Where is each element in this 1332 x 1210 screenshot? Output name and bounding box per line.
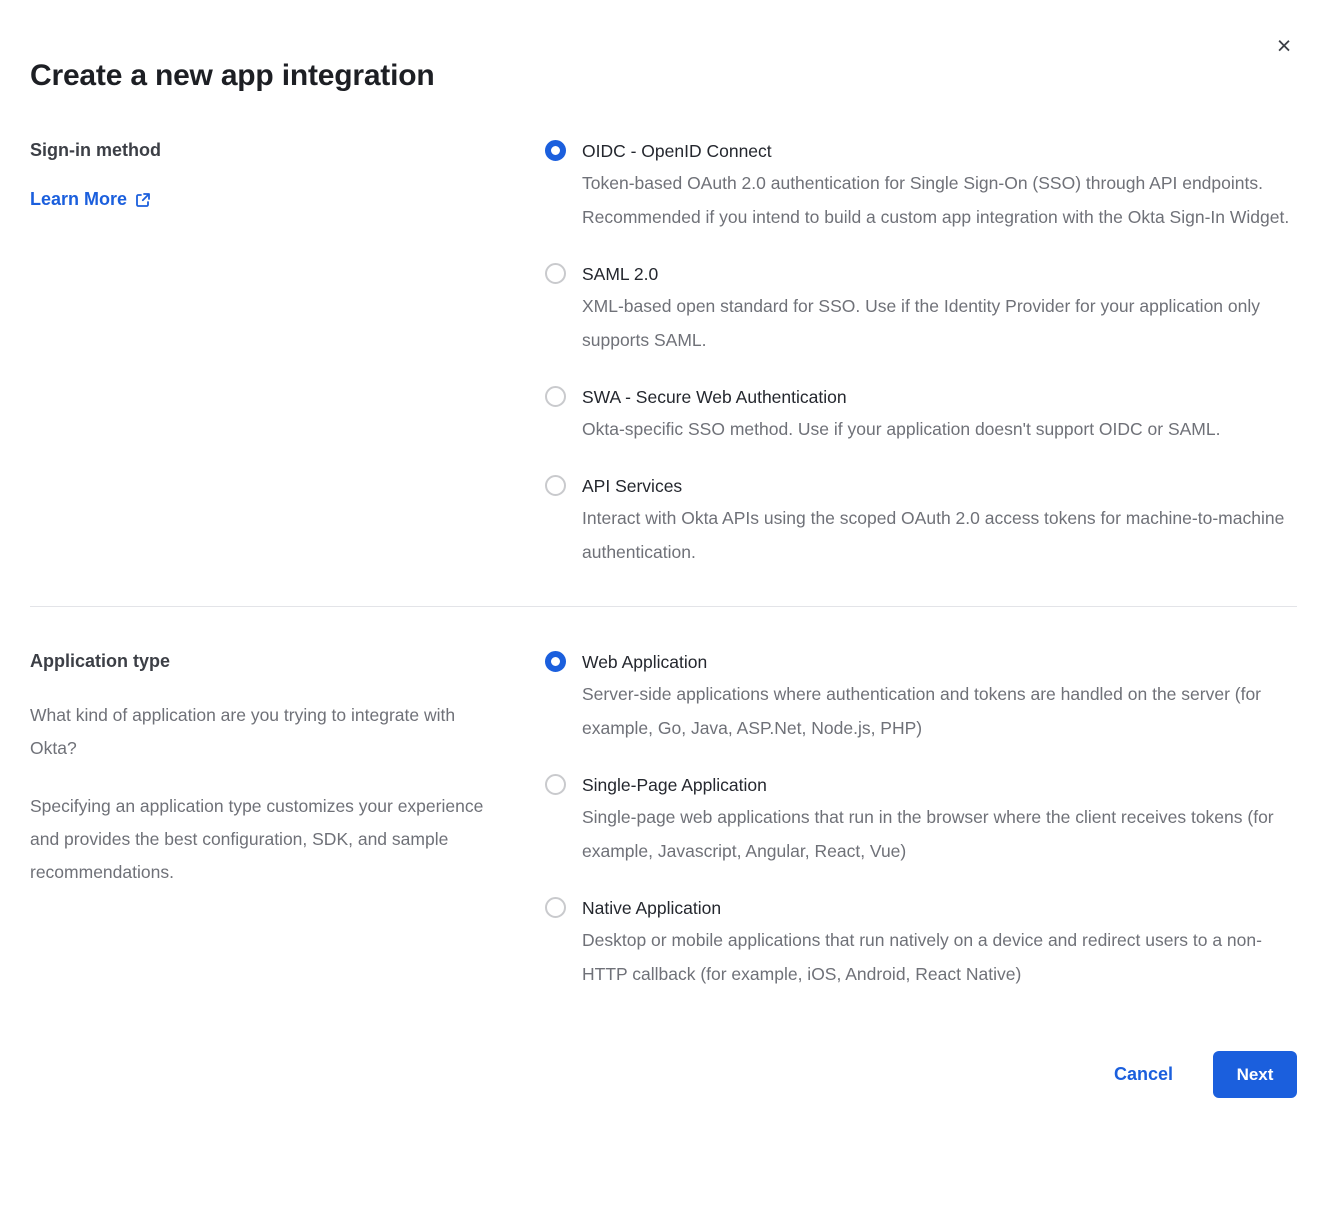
option-text: API Services Interact with Okta APIs usi… (582, 473, 1294, 569)
option-description: XML-based open standard for SSO. Use if … (582, 289, 1294, 357)
option-text: Web Application Server-side applications… (582, 649, 1294, 745)
dialog-footer: Cancel Next (30, 1051, 1297, 1098)
option-title: Web Application (582, 649, 1294, 675)
create-app-integration-dialog: × Create a new app integration Sign-in m… (0, 0, 1332, 1210)
radio-option[interactable]: SWA - Secure Web Authentication Okta-spe… (545, 384, 1297, 446)
option-description: Okta-specific SSO method. Use if your ap… (582, 412, 1220, 446)
option-title: Single-Page Application (582, 772, 1294, 798)
application-type-options: Web Application Server-side applications… (545, 649, 1297, 991)
radio-icon[interactable] (545, 651, 566, 672)
radio-option[interactable]: API Services Interact with Okta APIs usi… (545, 473, 1297, 569)
option-title: Native Application (582, 895, 1294, 921)
close-button[interactable]: × (1268, 30, 1300, 62)
option-text: Native Application Desktop or mobile app… (582, 895, 1294, 991)
signin-method-section: Sign-in method Learn More OIDC - O (30, 138, 1297, 569)
cancel-button[interactable]: Cancel (1114, 1064, 1173, 1085)
radio-icon[interactable] (545, 386, 566, 407)
radio-icon[interactable] (545, 140, 566, 161)
option-title: SAML 2.0 (582, 261, 1294, 287)
section-divider (30, 606, 1297, 607)
application-type-section: Application type What kind of applicatio… (30, 649, 1297, 991)
radio-icon[interactable] (545, 475, 566, 496)
option-title: SWA - Secure Web Authentication (582, 384, 1220, 410)
radio-icon[interactable] (545, 774, 566, 795)
application-type-question: What kind of application are you trying … (30, 699, 500, 765)
radio-icon[interactable] (545, 897, 566, 918)
learn-more-link[interactable]: Learn More (30, 189, 151, 210)
external-link-icon (135, 192, 151, 208)
radio-option[interactable]: Web Application Server-side applications… (545, 649, 1297, 745)
learn-more-label: Learn More (30, 189, 127, 210)
option-title: API Services (582, 473, 1294, 499)
radio-option[interactable]: Single-Page Application Single-page web … (545, 772, 1297, 868)
option-description: Single-page web applications that run in… (582, 800, 1294, 868)
signin-method-left-column: Sign-in method Learn More (30, 138, 500, 569)
option-text: SWA - Secure Web Authentication Okta-spe… (582, 384, 1220, 446)
option-text: SAML 2.0 XML-based open standard for SSO… (582, 261, 1294, 357)
close-icon: × (1277, 32, 1292, 60)
radio-option[interactable]: Native Application Desktop or mobile app… (545, 895, 1297, 991)
application-type-left-column: Application type What kind of applicatio… (30, 649, 500, 991)
option-description: Desktop or mobile applications that run … (582, 923, 1294, 991)
application-type-label: Application type (30, 649, 500, 673)
option-text: OIDC - OpenID Connect Token-based OAuth … (582, 138, 1294, 234)
next-button[interactable]: Next (1213, 1051, 1297, 1098)
option-description: Token-based OAuth 2.0 authentication for… (582, 166, 1294, 234)
option-text: Single-Page Application Single-page web … (582, 772, 1294, 868)
signin-method-label: Sign-in method (30, 138, 500, 162)
page-title: Create a new app integration (30, 58, 1297, 94)
option-description: Interact with Okta APIs using the scoped… (582, 501, 1294, 569)
option-description: Server-side applications where authentic… (582, 677, 1294, 745)
signin-method-options: OIDC - OpenID Connect Token-based OAuth … (545, 138, 1297, 569)
application-type-help-text: Specifying an application type customize… (30, 790, 500, 889)
radio-option[interactable]: SAML 2.0 XML-based open standard for SSO… (545, 261, 1297, 357)
radio-option[interactable]: OIDC - OpenID Connect Token-based OAuth … (545, 138, 1297, 234)
radio-icon[interactable] (545, 263, 566, 284)
option-title: OIDC - OpenID Connect (582, 138, 1294, 164)
